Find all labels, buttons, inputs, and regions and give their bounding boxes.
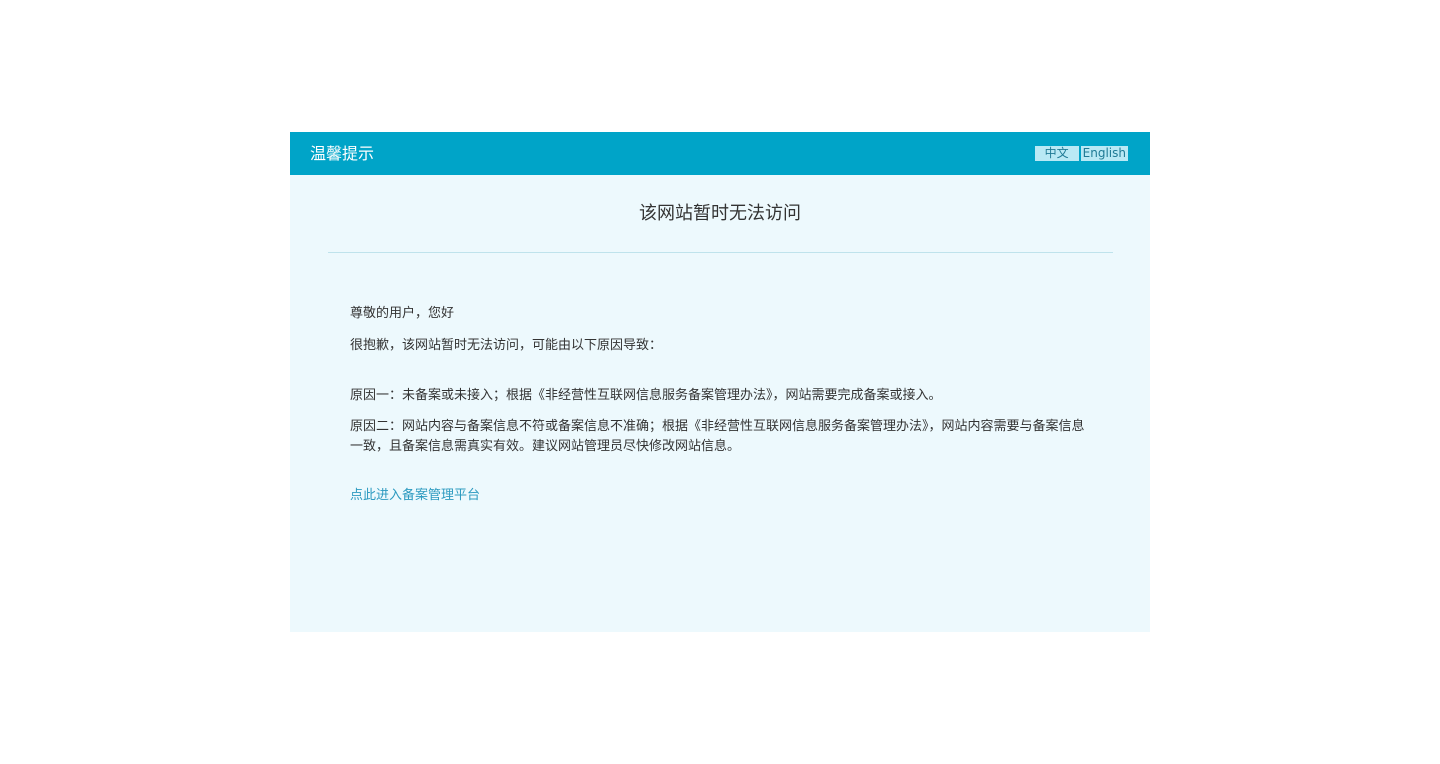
notice-panel: 温馨提示 中文 English 该网站暂时无法访问 尊敬的用户，您好 很抱歉，该… (290, 132, 1150, 632)
title-divider (328, 252, 1113, 253)
greeting-text: 尊敬的用户，您好 (350, 306, 455, 321)
notice-content: 尊敬的用户，您好 很抱歉，该网站暂时无法访问，可能由以下原因导致： 原因一：未备… (350, 304, 1090, 506)
filing-platform-link[interactable]: 点此进入备案管理平台 (350, 486, 480, 506)
header-title: 温馨提示 (310, 144, 375, 163)
reason-one-text: 原因一：未备案或未接入；根据《非经营性互联网信息服务备案管理办法》，网站需要完成… (350, 388, 942, 403)
language-zh-button[interactable]: 中文 (1034, 146, 1079, 161)
language-switch: 中文 English (1034, 146, 1128, 161)
reason-two-text: 原因二：网站内容与备案信息不符或备案信息不准确；根据《非经营性互联网信息服务备案… (350, 419, 1085, 454)
notice-header: 温馨提示 中文 English (290, 132, 1150, 175)
intro-text: 很抱歉，该网站暂时无法访问，可能由以下原因导致： (350, 338, 663, 353)
page-title: 该网站暂时无法访问 (639, 203, 801, 224)
language-en-button[interactable]: English (1080, 146, 1128, 161)
